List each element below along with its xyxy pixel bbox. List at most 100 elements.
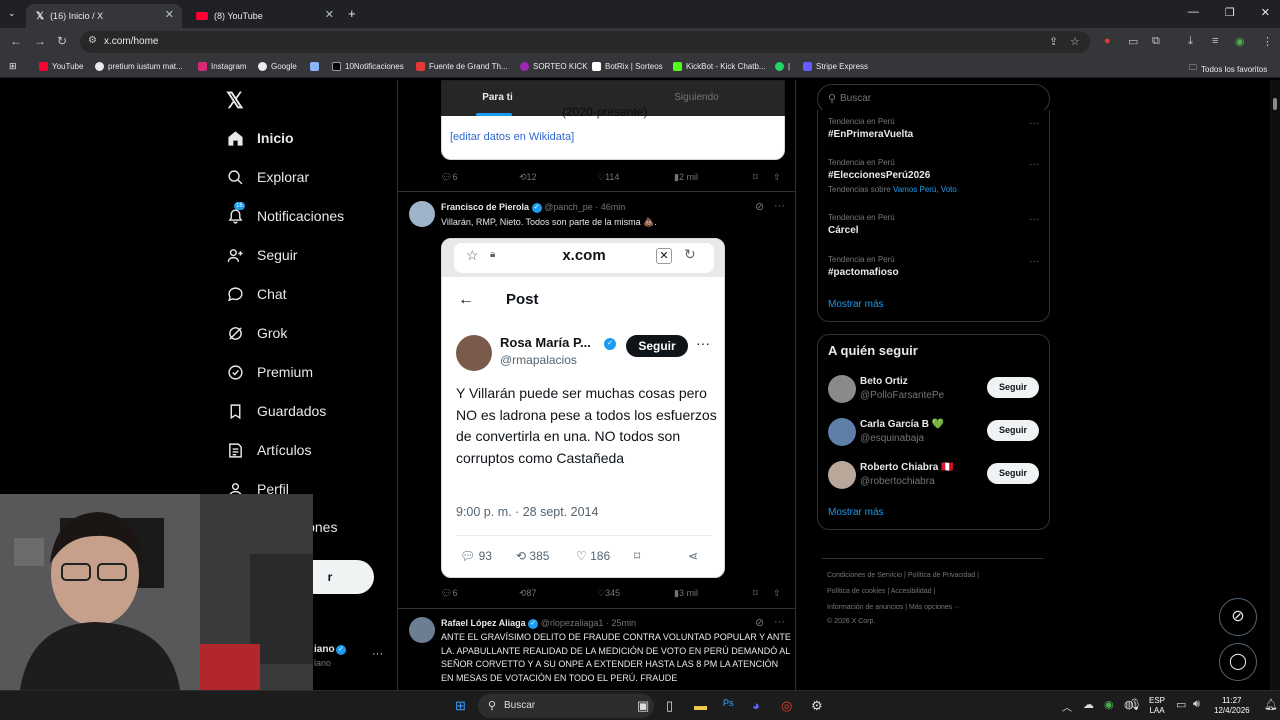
extension-icon[interactable]: ▭ — [1128, 35, 1138, 48]
tray-chevron-icon[interactable]: ︿ — [1062, 699, 1072, 714]
tray-app-icon[interactable]: ◉ — [1104, 698, 1114, 711]
bookmark-icon[interactable]: ⌑ — [753, 588, 758, 599]
embedded-screenshot[interactable]: x.com ☆ 🔒︎ ✕ ↻ ← Post Rosa María P... ✓ … — [441, 238, 725, 578]
footer-link[interactable]: Información de anuncios — [827, 604, 903, 611]
bookmark-sorteo-kick[interactable]: SORTEO KICK — [520, 62, 588, 71]
nav-inicio[interactable]: Inicio — [226, 129, 294, 147]
install-icon[interactable]: ⇪ — [1049, 35, 1058, 48]
scrollbar-thumb[interactable] — [1273, 98, 1277, 110]
views-stat[interactable]: ▮ 2 mil — [674, 172, 698, 183]
volume-icon[interactable]: 🔊︎ — [1193, 698, 1200, 711]
close-tab-icon[interactable]: ✕ — [325, 8, 334, 21]
extensions-puzzle-icon[interactable]: ⧉ — [1152, 35, 1160, 48]
trend-item[interactable]: #EleccionesPerú2026 — [828, 170, 930, 181]
nav-articulos[interactable]: Artículos — [226, 441, 311, 459]
grok-post-icon[interactable]: ⊘ — [755, 200, 764, 213]
trend-item[interactable]: #pactomafioso — [828, 267, 899, 278]
restore-icon[interactable]: ❐ — [1225, 6, 1235, 19]
reply-button[interactable]: 💬︎ 6 — [441, 588, 457, 599]
forward-icon[interactable]: → — [34, 34, 46, 48]
bookmark-google[interactable]: Google — [258, 62, 297, 71]
share-icon[interactable]: ⇧ — [773, 172, 781, 183]
trend-item[interactable]: #EnPrimeraVuelta — [828, 129, 913, 140]
trend-more-icon[interactable]: ··· — [1029, 214, 1039, 225]
bookmark-instagram[interactable]: Instagram — [198, 62, 247, 71]
avatar[interactable] — [409, 201, 435, 227]
download-icon[interactable]: ⤓ — [1188, 35, 1193, 48]
language-indicator[interactable]: ESP LAA — [1149, 696, 1165, 716]
like-button[interactable]: ♡ 114 — [597, 172, 619, 183]
trend-item[interactable]: Cárcel — [828, 225, 859, 236]
nav-guardados[interactable]: Guardados — [226, 402, 326, 420]
task-view-icon[interactable]: ▣ — [637, 698, 649, 714]
footer-link[interactable]: Accesibilidad — [891, 588, 932, 595]
tab-para-ti[interactable]: Para ti — [398, 80, 597, 116]
site-info-icon[interactable]: ⚙ — [88, 35, 97, 46]
footer-link[interactable]: Política de Privacidad — [908, 572, 975, 579]
show-more-trends[interactable]: Mostrar más — [828, 299, 884, 310]
file-explorer-icon[interactable]: ▬ — [694, 698, 707, 713]
reload-icon[interactable]: ↻ — [57, 34, 67, 48]
discord-icon[interactable]: ◕ — [752, 698, 760, 713]
tab-x-home[interactable]: 𝕏 (16) Inicio / X ✕ — [26, 4, 182, 28]
app-icon[interactable]: ⚙ — [811, 698, 823, 714]
show-more-follow[interactable]: Mostrar más — [828, 507, 884, 518]
follow-button[interactable]: Seguir — [987, 463, 1039, 484]
address-bar[interactable]: ⚙ x.com/home — [80, 31, 1090, 53]
nav-premium[interactable]: Premium — [226, 363, 313, 381]
nav-grok[interactable]: Grok — [226, 324, 287, 342]
post-more-icon[interactable]: ··· — [774, 200, 785, 212]
close-window-icon[interactable]: ✕ — [1261, 6, 1270, 19]
notification-bell-icon[interactable]: 🔔︎ — [1264, 698, 1278, 711]
bookmark-pretium[interactable]: pretium iustum mat... — [95, 62, 183, 71]
page-scrollbar[interactable] — [1270, 80, 1280, 690]
bookmark-fuente-gta[interactable]: Fuente de Grand Th... — [416, 62, 508, 71]
trend-more-icon[interactable]: ··· — [1029, 159, 1039, 170]
clock[interactable]: 11:27 12/4/2026 — [1214, 696, 1250, 716]
like-button[interactable]: ♡ 345 — [597, 588, 620, 599]
new-tab-button[interactable]: + — [348, 6, 356, 21]
menu-icon[interactable]: ⋮ — [1262, 35, 1273, 48]
avatar[interactable] — [409, 617, 435, 643]
close-tab-icon[interactable]: ✕ — [165, 8, 174, 21]
extension-red-icon[interactable]: ● — [1104, 35, 1111, 47]
trend-more-icon[interactable]: ··· — [1029, 118, 1039, 129]
reply-button[interactable]: 💬︎ 6 — [441, 172, 457, 183]
nav-notificaciones[interactable]: 16 Notificaciones — [226, 202, 344, 225]
media-icon[interactable]: ≡ — [1212, 35, 1218, 47]
mic-icon[interactable]: 🎙︎ — [1128, 698, 1142, 711]
bookmark-notificaciones[interactable]: 10Notificaciones — [332, 62, 404, 71]
follow-button[interactable]: Seguir — [987, 420, 1039, 441]
repost-button[interactable]: ⟲ 87 — [519, 588, 537, 599]
share-icon[interactable]: ⇧ — [773, 588, 781, 599]
bookmark-stripe[interactable]: Stripe Express — [803, 62, 868, 71]
bookmark-kickbot[interactable]: KickBot - Kick Chatb... — [673, 62, 766, 71]
onedrive-icon[interactable]: ☁ — [1083, 698, 1094, 711]
footer-link[interactable]: Más opciones ··· — [909, 604, 961, 611]
star-icon[interactable]: ☆ — [1070, 35, 1080, 48]
minimize-icon[interactable]: — — [1188, 6, 1199, 19]
nav-chat[interactable]: Chat — [226, 285, 287, 303]
grok-post-icon[interactable]: ⊘ — [755, 616, 764, 629]
photoshop-icon[interactable]: Ps — [723, 698, 734, 708]
views-stat[interactable]: ▮ 3 mil — [674, 588, 698, 599]
bookmark-icon[interactable]: ⌑ — [753, 172, 758, 183]
network-icon[interactable]: ▭ — [1176, 698, 1186, 711]
tab-youtube[interactable]: (8) YouTube ✕ — [186, 4, 342, 28]
tab-search-icon[interactable]: ⌄ — [8, 8, 16, 19]
post-time[interactable]: 25min — [611, 618, 636, 628]
bookmark-youtube[interactable]: YouTube — [39, 62, 83, 71]
footer-link[interactable]: Política de cookies — [827, 588, 885, 595]
account-more-icon[interactable]: ··· — [372, 648, 383, 660]
bookmark-whatsapp[interactable]: | — [775, 62, 790, 71]
x-logo-icon[interactable]: 𝕏 — [226, 88, 244, 114]
author-handle[interactable]: @panch_pe — [544, 202, 593, 212]
footer-link[interactable]: Condiciones de Servicio — [827, 572, 902, 579]
follow-button[interactable]: Seguir — [987, 377, 1039, 398]
apps-icon[interactable]: ⊞ — [9, 61, 17, 72]
bookmark-botrix[interactable]: BotRix | Sorteos — [592, 62, 663, 71]
chat-fab-icon[interactable]: ◯ — [1219, 643, 1257, 681]
nav-seguir[interactable]: Seguir — [226, 246, 297, 264]
all-bookmarks[interactable]: 🗀 Todos los favoritos — [1189, 62, 1267, 76]
repost-button[interactable]: ⟲ 12 — [519, 172, 537, 183]
